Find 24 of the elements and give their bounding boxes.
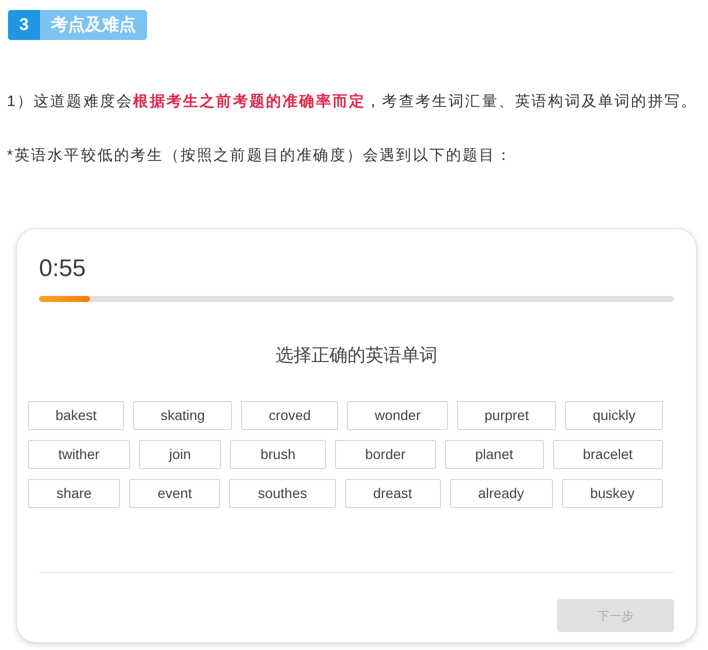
- word-option[interactable]: purpret: [457, 401, 556, 430]
- word-option[interactable]: skating: [133, 401, 232, 430]
- word-option[interactable]: quickly: [565, 401, 663, 430]
- section-title: 考点及难点: [40, 10, 147, 40]
- timer: 0:55: [39, 254, 87, 284]
- word-option[interactable]: twither: [28, 440, 130, 469]
- section-number: 3: [8, 10, 40, 40]
- word-option[interactable]: buskey: [562, 479, 663, 508]
- prompt: 选择正确的英语单词: [274, 344, 438, 367]
- word-option[interactable]: join: [138, 440, 222, 469]
- word-option[interactable]: dreast: [344, 479, 441, 508]
- word-option[interactable]: bakest: [28, 401, 124, 430]
- word-option[interactable]: brush: [230, 440, 326, 469]
- paragraph: 1）这道题难度会根据考生之前考题的准确率而定，考查考生词汇量、英语构词及单词的拼写。: [7, 92, 699, 112]
- word-option[interactable]: border: [334, 440, 436, 469]
- word-option[interactable]: wonder: [347, 401, 448, 430]
- word-option[interactable]: event: [129, 479, 220, 508]
- paragraph: *英语水平较低的考生（按照之前题目的准确度）会遇到以下的题目：: [7, 146, 514, 166]
- word-option[interactable]: bracelet: [552, 440, 663, 469]
- word-option[interactable]: share: [28, 479, 120, 508]
- word-option[interactable]: planet: [444, 440, 544, 469]
- word-option[interactable]: croved: [241, 401, 338, 430]
- word-option[interactable]: already: [450, 479, 553, 508]
- word-option[interactable]: southes: [229, 479, 336, 508]
